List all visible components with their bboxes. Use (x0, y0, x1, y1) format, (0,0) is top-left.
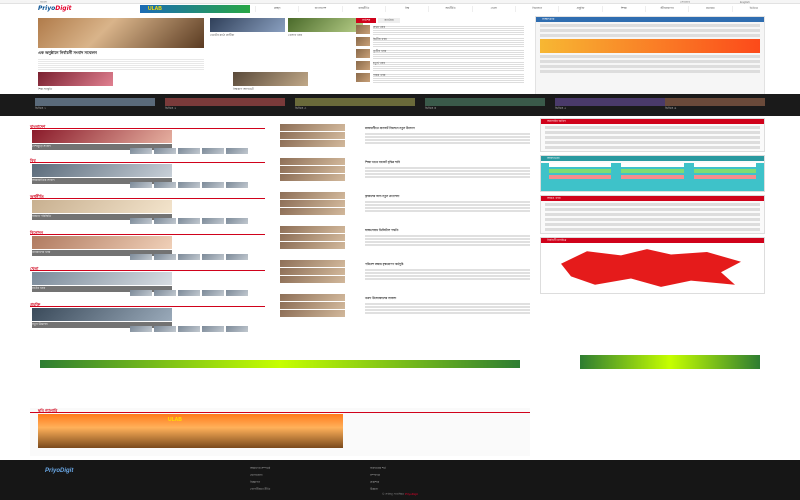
country-map[interactable] (561, 249, 741, 287)
right-sidebar: অনলাইন জরিপ আবহাওয়া আরও খবর নির্বাচনী ম… (540, 118, 765, 297)
video-card[interactable]: ভিডিও ৪ (425, 98, 545, 110)
section-image[interactable] (32, 308, 172, 321)
story-card[interactable]: খেলার খবর (288, 18, 363, 38)
footer-link[interactable]: সম্পাদক (370, 473, 440, 479)
nav-item[interactable]: প্রযুক্তি (558, 6, 601, 12)
section-title[interactable]: ছবি গ্যালারি (30, 408, 530, 413)
nav-item[interactable]: জীবনযাপন (644, 6, 688, 12)
gallery-image[interactable]: ULAB (38, 414, 343, 448)
footer-link[interactable]: আমাদের সম্পর্কে (250, 466, 320, 472)
ad-text: ULAB (168, 417, 182, 423)
sidebar-ad[interactable] (540, 39, 760, 53)
latest-item[interactable]: দ্বিতীয় খবর (356, 37, 524, 47)
category-section: খেলা মাঠের খবর (30, 266, 265, 298)
widget-title: সাক্ষাৎকার (536, 17, 764, 22)
category-section: অর্থনীতি বাজার পরিস্থিতি (30, 194, 265, 226)
story-card[interactable]: বিশ্বকাপ আপডেট (233, 72, 308, 92)
story-card[interactable]: শিল্প সংস্কৃতি (38, 72, 113, 92)
category-section: বিশ্ব আন্তর্জাতিক সংবাদ (30, 158, 265, 190)
nav-item[interactable]: মতামত (688, 6, 731, 12)
story-card[interactable]: ভোটের মাঠে প্রার্থীরা (210, 18, 285, 38)
weather-widget: আবহাওয়া (540, 155, 765, 192)
main-navigation: প্রচ্ছদ বাংলাদেশ রাজনীতি বিশ্ব অর্থনীতি … (255, 5, 775, 13)
section-title[interactable]: বাংলাদেশ (30, 124, 265, 129)
video-strip: ভিডিও ১ ভিডিও ২ ভিডিও ৩ ভিডিও ৪ ভিডিও ৫ … (0, 94, 800, 116)
site-logo[interactable]: PriyoDigit (38, 5, 72, 12)
news-block[interactable]: পরিবেশ রক্ষায় বৃক্ষরোপণ কর্মসূচি (280, 258, 530, 292)
section-title[interactable]: বিনোদন (30, 230, 265, 235)
site-header: PriyoDigit ULAB প্রচ্ছদ বাংলাদেশ রাজনীতি… (30, 4, 770, 14)
section-image[interactable] (32, 236, 172, 249)
latest-news-panel: সর্বশেষ জনপ্রিয় প্রথম খবর দ্বিতীয় খবর … (356, 18, 524, 83)
advertisement-banner[interactable] (40, 360, 520, 368)
footer-link[interactable]: প্রকাশক (370, 480, 440, 486)
latest-item[interactable]: প্রথম খবর (356, 25, 524, 35)
news-block[interactable]: শিক্ষা খাতে বাজেট বৃদ্ধির দাবি (280, 156, 530, 190)
site-footer: PriyoDigit আমাদের সম্পর্কে যোগাযোগ বিজ্ঞ… (0, 460, 800, 500)
footer-logo[interactable]: PriyoDigit (45, 468, 73, 474)
latest-item[interactable]: তৃতীয় খবর (356, 49, 524, 59)
section-title[interactable]: বিশ্ব (30, 158, 265, 163)
section-image[interactable] (32, 200, 172, 213)
category-section: বাংলাদেশ দেশজুড়ে সংবাদ (30, 124, 265, 156)
section-image[interactable] (32, 164, 172, 177)
footer-link[interactable]: বিজ্ঞাপন (250, 480, 320, 486)
photo-gallery-section: ছবি গ্যালারি ULAB (30, 408, 530, 456)
category-section: বিনোদন তারকাদের খবর (30, 230, 265, 262)
copyright: © সর্বস্বত্ব সংরক্ষিত PriyoDigit (382, 492, 418, 496)
section-title[interactable]: খেলা (30, 266, 265, 271)
latest-item[interactable]: চতুর্থ খবর (356, 61, 524, 71)
tab-popular[interactable]: জনপ্রিয় (378, 18, 400, 23)
video-card[interactable]: ভিডিও ২ (165, 98, 285, 110)
footer-links-column: আমাদের সম্পর্কে যোগাযোগ বিজ্ঞাপন গোপনীয়… (250, 466, 320, 494)
video-card[interactable]: ভিডিও ৬ (665, 98, 765, 110)
nav-item[interactable]: অর্থনীতি (428, 6, 471, 12)
nav-item[interactable]: ভিডিও (731, 6, 775, 12)
header-advertisement[interactable]: ULAB (140, 5, 250, 13)
sidebar-interview-widget: সাক্ষাৎকার (535, 16, 765, 96)
footer-link[interactable]: যোগাযোগ (250, 473, 320, 479)
ad-text: ULAB (148, 6, 162, 12)
video-card[interactable]: ভিডিও ৩ (295, 98, 415, 110)
nav-item[interactable]: প্রচ্ছদ (255, 6, 298, 12)
middle-news-column: রাজধানীতে যানজট নিরসনে নতুন উদ্যোগ শিক্ষ… (280, 122, 530, 326)
lead-story-title[interactable]: এক অনুষ্ঠানে নির্বাচনী সংবাদ সম্মেলন (38, 50, 204, 57)
nav-item[interactable]: বিনোদন (514, 6, 558, 12)
poll-widget: অনলাইন জরিপ (540, 118, 765, 152)
more-news-widget: আরও খবর (540, 195, 765, 234)
category-section: প্রযুক্তি নতুন উদ্ভাবন (30, 302, 265, 334)
footer-link[interactable]: ব্যবহারের শর্ত (370, 466, 440, 472)
video-card[interactable]: ভিডিও ১ (35, 98, 155, 110)
sidebar-ad-banner[interactable] (580, 355, 760, 369)
footer-links-column: ব্যবহারের শর্ত সম্পাদক প্রকাশক ঠিকানা (370, 466, 440, 494)
lead-story-image[interactable] (38, 18, 204, 48)
nav-item[interactable]: খেলা (471, 6, 515, 12)
news-block[interactable]: কৃষকদের জন্য নতুন প্রণোদনা (280, 190, 530, 224)
nav-item[interactable]: রাজনীতি (341, 6, 385, 12)
nav-item[interactable]: বাংলাদেশ (298, 6, 341, 12)
section-title[interactable]: প্রযুক্তি (30, 302, 265, 307)
section-image[interactable] (32, 272, 172, 285)
latest-item[interactable]: পঞ্চম খবর (356, 73, 524, 83)
section-image[interactable] (32, 130, 172, 143)
nav-item[interactable]: শিক্ষা (601, 6, 645, 12)
map-widget: নির্বাচনী মানচিত্র (540, 237, 765, 294)
nav-item[interactable]: বিশ্ব (384, 6, 428, 12)
news-block[interactable]: স্বাস্থ্যসেবায় ডিজিটাল পদ্ধতি (280, 224, 530, 258)
news-block[interactable]: রাজধানীতে যানজট নিরসনে নতুন উদ্যোগ (280, 122, 530, 156)
section-title[interactable]: অর্থনীতি (30, 194, 265, 199)
news-block[interactable]: তরুণ উদ্যোক্তাদের সাফল্য (280, 292, 530, 326)
video-card[interactable]: ভিডিও ৫ (555, 98, 675, 110)
lead-story-summary (38, 58, 204, 70)
tab-latest[interactable]: সর্বশেষ (356, 18, 377, 23)
